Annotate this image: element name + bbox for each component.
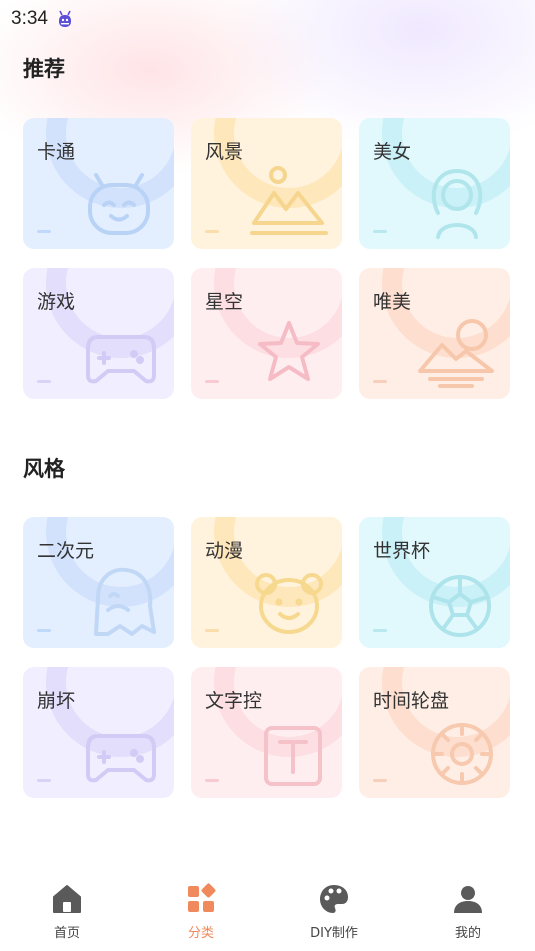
tab-label: 分类 <box>187 926 214 941</box>
bear-face-icon <box>255 573 323 634</box>
card-label: 世界杯 <box>373 540 431 562</box>
card-dash <box>205 230 219 233</box>
card-dash <box>373 629 387 632</box>
category-card-anime-2d[interactable]: 二次元 <box>23 517 174 648</box>
gamepad-icon <box>86 734 156 783</box>
tab-mine[interactable]: 我的 <box>408 882 528 941</box>
card-dash <box>205 380 219 383</box>
tab-label: 首页 <box>53 926 80 941</box>
category-card-scenery[interactable]: 风景 <box>191 118 342 249</box>
robot-face-icon <box>88 173 150 235</box>
tab-diy[interactable]: DIY制作 <box>274 882 394 941</box>
tab-home[interactable]: 首页 <box>7 882 127 941</box>
card-label: 风景 <box>205 141 244 163</box>
card-dash <box>37 629 51 632</box>
category-grid-icon <box>188 883 216 912</box>
tab-label: 我的 <box>454 926 481 941</box>
gamepad-icon <box>86 335 156 384</box>
category-card-honkai[interactable]: 崩坏 <box>23 667 174 798</box>
card-label: 美女 <box>373 141 412 163</box>
card-dash <box>373 230 387 233</box>
sunset-mountain-icon <box>418 319 494 388</box>
section-title-style: 风格 <box>23 457 65 481</box>
card-dash <box>205 629 219 632</box>
status-time: 3:34 <box>11 8 48 29</box>
card-dash <box>37 230 51 233</box>
card-dash <box>37 779 51 782</box>
card-label: 崩坏 <box>37 690 76 712</box>
category-card-starry-sky[interactable]: 星空 <box>191 268 342 399</box>
category-card-beauty[interactable]: 美女 <box>359 118 510 249</box>
category-card-game[interactable]: 游戏 <box>23 268 174 399</box>
user-icon <box>454 886 482 913</box>
card-dash <box>37 380 51 383</box>
ghost-character-icon <box>94 567 156 636</box>
card-label: 动漫 <box>205 540 244 562</box>
tab-category[interactable]: 分类 <box>141 882 261 941</box>
notification-robot-icon <box>58 10 71 27</box>
category-card-time-wheel[interactable]: 时间轮盘 <box>359 667 510 798</box>
card-label: 星空 <box>205 291 244 313</box>
woman-portrait-icon <box>431 168 483 239</box>
star-icon <box>258 321 320 381</box>
text-box-icon <box>264 726 322 786</box>
home-icon <box>53 885 81 913</box>
card-label: 唯美 <box>373 291 412 313</box>
category-card-cartoon[interactable]: 卡通 <box>23 118 174 249</box>
card-label: 文字控 <box>205 690 263 712</box>
card-dash <box>205 779 219 782</box>
card-label: 时间轮盘 <box>373 690 450 712</box>
palette-icon <box>320 885 348 913</box>
tab-label: DIY制作 <box>310 926 358 941</box>
category-card-world-cup[interactable]: 世界杯 <box>359 517 510 648</box>
category-card-text-lover[interactable]: 文字控 <box>191 667 342 798</box>
bottom-tab-bar: 首页 分类 DIY制作 我的 <box>0 868 535 951</box>
mountain-landscape-icon <box>250 166 328 235</box>
time-wheel-icon <box>431 723 493 785</box>
card-dash <box>373 779 387 782</box>
card-label: 游戏 <box>37 291 76 313</box>
category-card-aesthetic[interactable]: 唯美 <box>359 268 510 399</box>
card-dash <box>373 380 387 383</box>
card-label: 卡通 <box>37 141 76 163</box>
category-card-anime[interactable]: 动漫 <box>191 517 342 648</box>
section-title-recommend: 推荐 <box>23 57 65 81</box>
card-label: 二次元 <box>37 540 95 562</box>
status-bar: 3:34 <box>0 0 535 38</box>
soccer-ball-icon <box>429 575 491 637</box>
